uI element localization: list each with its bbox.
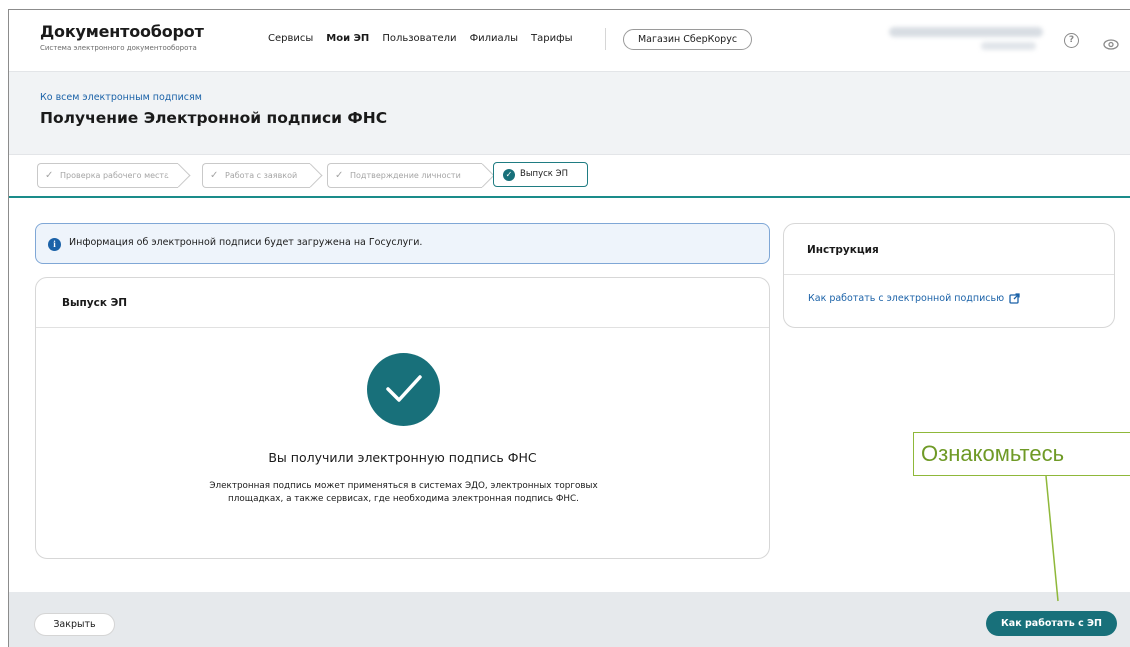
step-identity-confirmation[interactable]: ✓ Подтверждение личности	[327, 163, 495, 188]
nav-divider	[605, 28, 606, 50]
info-text: Информация об электронной подписи будет …	[69, 237, 423, 248]
nav-item-tariffs[interactable]: Тарифы	[531, 33, 573, 44]
success-check-icon	[367, 353, 440, 426]
callout-text: Ознакомьтесь	[921, 441, 1065, 466]
eye-icon[interactable]	[1103, 35, 1119, 54]
shop-button[interactable]: Магазин СберКорус	[623, 29, 752, 50]
back-link[interactable]: Ко всем электронным подписям	[40, 92, 202, 103]
instruction-link-label: Как работать с электронной подписью	[808, 293, 1005, 304]
step-issue-signature[interactable]: ✓ Выпуск ЭП	[493, 162, 588, 187]
success-title: Вы получили электронную подпись ФНС	[268, 450, 537, 465]
nav-item-services[interactable]: Сервисы	[268, 33, 313, 44]
top-header: Документооборот Система электронного док…	[9, 10, 1130, 71]
divider	[784, 274, 1114, 275]
stepper: ✓ Проверка рабочего места ✓ Работа с зая…	[9, 154, 1130, 198]
instruction-card: Инструкция Как работать с электронной по…	[783, 223, 1115, 328]
external-link-icon	[1009, 293, 1020, 304]
app-window: Документооборот Система электронного док…	[8, 9, 1130, 647]
main-nav: Сервисы Мои ЭП Пользователи Филиалы Тари…	[268, 33, 573, 44]
divider	[36, 327, 769, 328]
check-circle-icon: ✓	[503, 169, 515, 181]
help-circle-icon[interactable]: ?	[1064, 33, 1079, 48]
info-banner: i Информация об электронной подписи буде…	[35, 223, 770, 264]
card-title: Выпуск ЭП	[62, 297, 128, 309]
instruction-title: Инструкция	[807, 244, 879, 256]
success-description: Электронная подпись может применяться в …	[209, 481, 598, 504]
step-label: Работа с заявкой	[225, 171, 298, 180]
logo-title[interactable]: Документооборот	[40, 22, 204, 41]
check-icon: ✓	[210, 170, 219, 181]
how-to-use-signature-button[interactable]: Как работать с ЭП	[986, 611, 1117, 636]
step-label: Подтверждение личности	[350, 171, 461, 180]
step-label: Проверка рабочего места	[60, 171, 169, 180]
page-title: Получение Электронной подписи ФНС	[40, 109, 388, 127]
check-icon: ✓	[45, 170, 54, 181]
instruction-link[interactable]: Как работать с электронной подписью	[808, 293, 1020, 304]
user-profile-blurred[interactable]	[881, 23, 1049, 65]
nav-item-branches[interactable]: Филиалы	[470, 33, 518, 44]
callout-box: Ознакомьтесь	[913, 432, 1130, 476]
step-label: Выпуск ЭП	[520, 169, 568, 179]
info-icon: i	[48, 238, 61, 251]
footer-bar: Закрыть Как работать с ЭП	[9, 592, 1130, 647]
logo-subtitle: Система электронного документооборота	[40, 44, 197, 52]
title-band: Ко всем электронным подписям Получение Э…	[9, 71, 1130, 154]
step-workplace-check[interactable]: ✓ Проверка рабочего места	[37, 163, 191, 188]
close-button[interactable]: Закрыть	[34, 613, 115, 636]
nav-item-my-signatures[interactable]: Мои ЭП	[326, 33, 369, 44]
nav-item-users[interactable]: Пользователи	[382, 33, 456, 44]
check-icon: ✓	[335, 170, 344, 181]
issue-card: Выпуск ЭП Вы получили электронную подпис…	[35, 277, 770, 559]
step-application[interactable]: ✓ Работа с заявкой	[202, 163, 323, 188]
